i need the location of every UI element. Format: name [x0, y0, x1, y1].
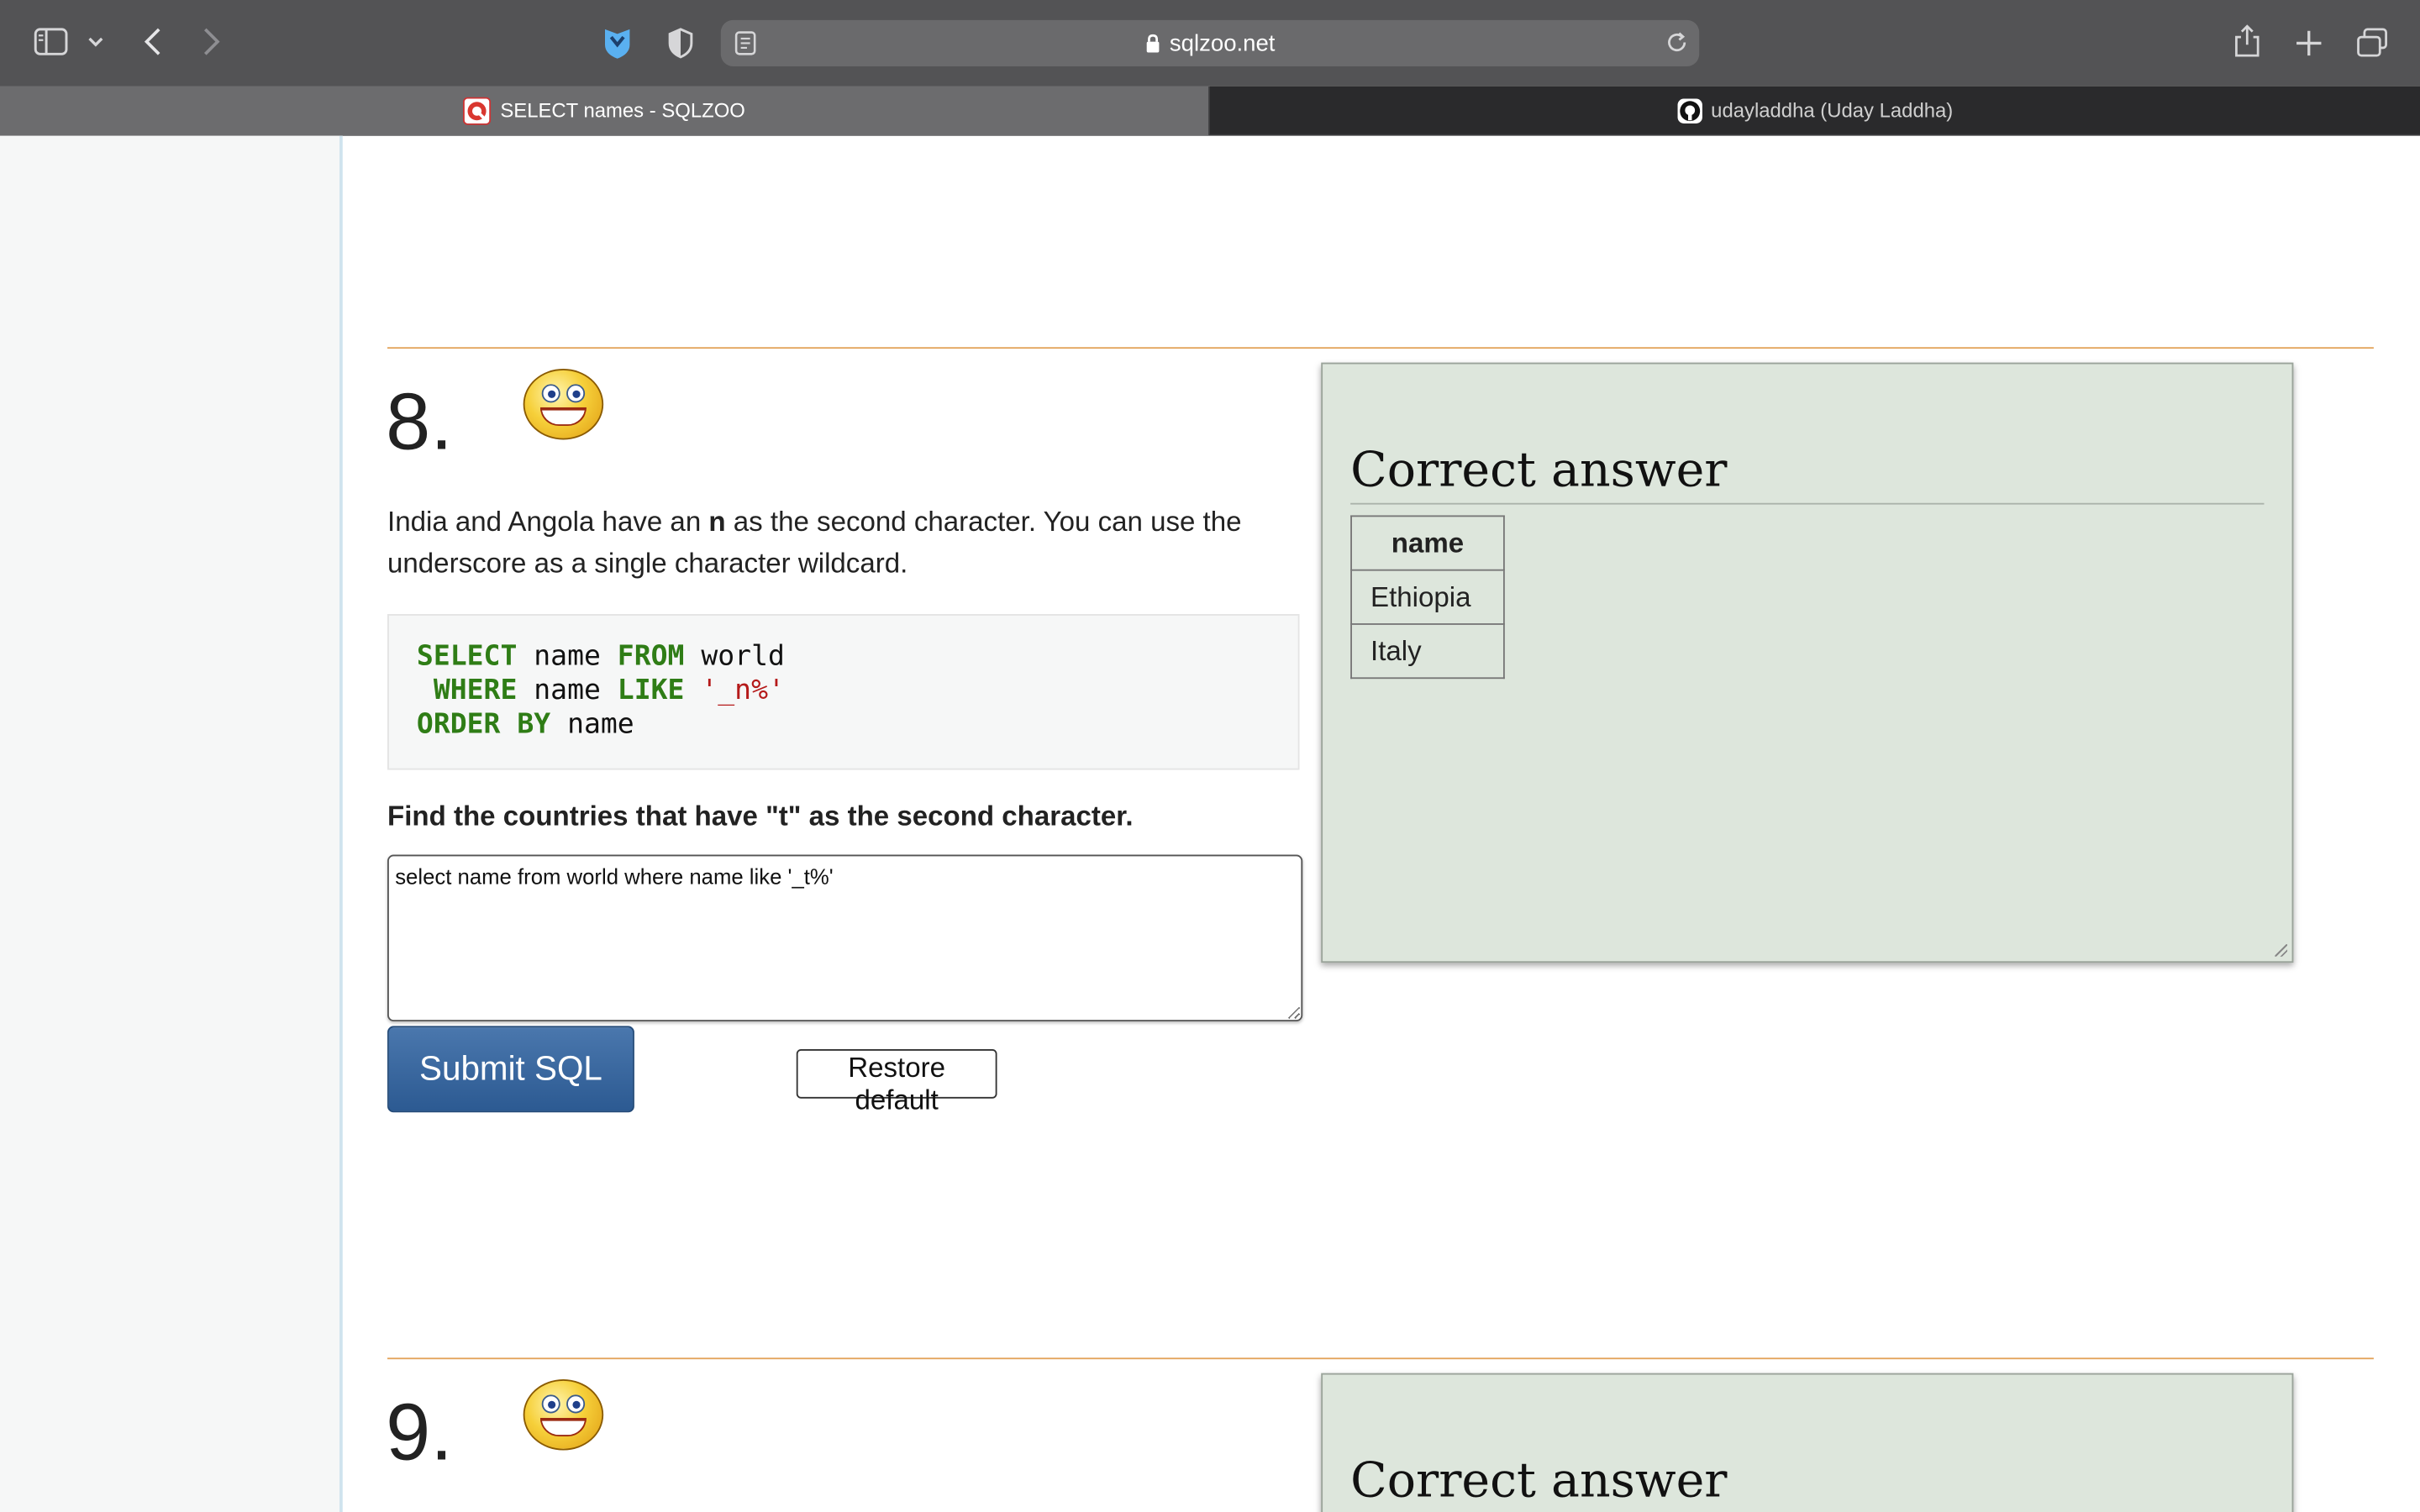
column-header: name — [1350, 515, 1505, 571]
tab-title: udayladdha (Uday Laddha) — [1711, 98, 1954, 123]
smiley-icon — [523, 368, 604, 440]
sidebar-icon[interactable] — [34, 28, 68, 55]
reader-icon[interactable] — [734, 31, 756, 62]
table-row: Italy — [1350, 623, 1505, 680]
tab-overview-icon[interactable] — [2354, 26, 2391, 60]
privacy-shield-icon[interactable] — [664, 24, 697, 61]
restore-default-button[interactable]: Restore default — [796, 1048, 997, 1116]
url-text: sqlzoo.net — [1169, 29, 1276, 57]
example-code-block: SELECT name FROM world WHERE name LIKE '… — [387, 614, 1300, 770]
table-row: Ethiopia — [1350, 569, 1505, 625]
new-tab-icon[interactable] — [2292, 26, 2326, 60]
share-icon[interactable] — [2230, 22, 2264, 62]
submit-sql-button[interactable]: Submit SQL — [387, 1026, 634, 1113]
question-number: 8. — [386, 378, 453, 468]
answer-title: Correct answer — [1350, 1453, 1728, 1509]
smiley-icon — [523, 1379, 604, 1451]
question-number: 9. — [386, 1389, 453, 1478]
lock-icon — [1144, 33, 1160, 53]
left-sidebar — [0, 135, 343, 1512]
answer-table: name Ethiopia Italy — [1350, 515, 1505, 680]
resize-handle[interactable] — [2275, 944, 2288, 957]
browser-toolbar: sqlzoo.net — [0, 0, 2420, 87]
table-cell: Italy — [1350, 623, 1505, 680]
reload-icon[interactable] — [1665, 31, 1689, 60]
forward-icon[interactable] — [194, 24, 228, 58]
question-divider — [387, 1357, 2374, 1360]
sqlzoo-favicon — [463, 96, 492, 124]
sql-input[interactable]: select name from world where name like '… — [387, 854, 1303, 1021]
question-description: India and Angola have an n as the second… — [387, 506, 1242, 579]
extension-shield-icon[interactable] — [600, 24, 634, 61]
table-cell: Ethiopia — [1350, 569, 1505, 625]
chevron-down-icon[interactable] — [85, 31, 107, 53]
answer-panel[interactable]: Correct answer name Ethiopia Italy — [1321, 362, 2294, 963]
table-header-row: name — [1350, 515, 1505, 571]
tab-bar: SELECT names - SQLZOO udayladdha (Uday L… — [0, 86, 2420, 136]
answer-title: Correct answer — [1350, 443, 1728, 499]
task-prompt: Find the countries that have "t" as the … — [387, 801, 1134, 832]
answer-panel[interactable]: Correct answer — [1321, 1373, 2294, 1512]
github-favicon — [1676, 97, 1702, 123]
screen: sqlzoo.net SELECT names - SQLZOO udaylad… — [0, 0, 2420, 1512]
tab-sqlzoo[interactable]: SELECT names - SQLZOO — [0, 86, 1209, 136]
question-divider — [387, 347, 2374, 349]
tab-title: SELECT names - SQLZOO — [500, 98, 745, 123]
answer-divider — [1350, 502, 2265, 505]
address-bar[interactable]: sqlzoo.net — [720, 19, 1700, 66]
tab-github[interactable]: udayladdha (Uday Laddha) — [1210, 86, 2420, 134]
back-icon[interactable] — [136, 24, 170, 58]
